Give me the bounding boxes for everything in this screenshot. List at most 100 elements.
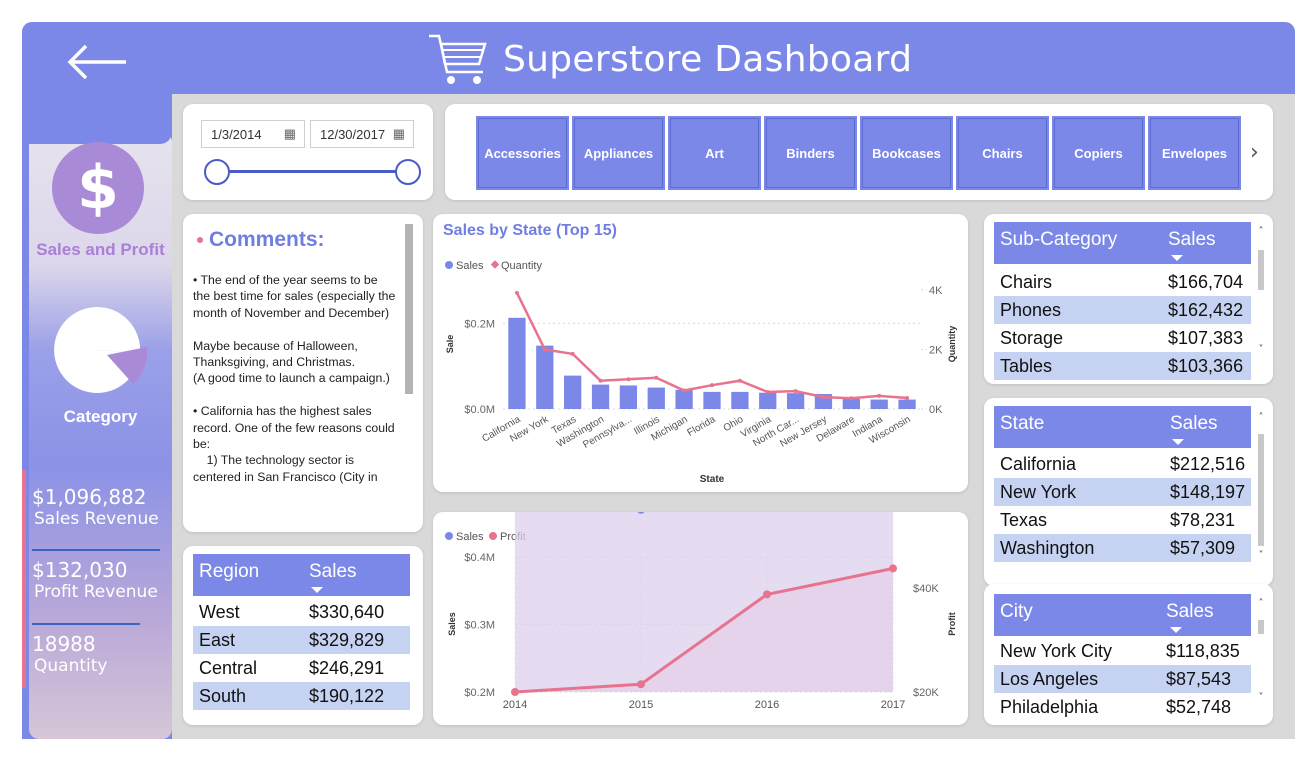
x-tick-label: Florida: [686, 414, 718, 439]
start-date-input[interactable]: 1/3/2014 ▦: [201, 120, 305, 148]
kpi-divider: [32, 623, 140, 625]
table-row[interactable]: Phones $162,432: [994, 296, 1251, 324]
scrollbar-thumb[interactable]: [1258, 434, 1264, 546]
back-button[interactable]: [62, 40, 132, 80]
column-header-region[interactable]: Region: [199, 561, 259, 583]
table-row[interactable]: Storage $107,383: [994, 324, 1251, 352]
sales-by-state-svg: Sales Quantity $0.0M $0.2M 0K 2K 4K Sale Quantit…: [445, 260, 957, 485]
table-row[interactable]: East $329,829: [193, 626, 410, 654]
end-date-input[interactable]: 12/30/2017 ▦: [310, 120, 414, 148]
kpi-quantity-value: 18988: [32, 632, 96, 656]
y2-tick-label: 0K: [929, 404, 943, 416]
scrollbar-thumb[interactable]: [1258, 250, 1264, 290]
chevron-up-icon[interactable]: ˄: [1256, 226, 1266, 237]
table-scrollbar[interactable]: ˄ ˅: [1256, 412, 1266, 562]
x-tick-label: 2015: [629, 699, 653, 711]
table-scrollbar[interactable]: ˄ ˅: [1256, 598, 1266, 708]
table-row[interactable]: South $190,122: [193, 682, 410, 710]
y-tick-label: $0.0M: [464, 404, 495, 416]
date-slider-start-handle[interactable]: [204, 159, 230, 185]
category-button-art[interactable]: Art: [668, 116, 761, 190]
sort-descending-icon[interactable]: [1170, 627, 1182, 633]
cell-subcategory: Chairs: [1000, 272, 1053, 292]
kpi-profit-revenue-label: Profit Revenue: [34, 582, 158, 602]
column-header-sales[interactable]: Sales: [1170, 413, 1218, 435]
column-header-sales[interactable]: Sales: [1168, 229, 1216, 251]
table-row[interactable]: Central $246,291: [193, 654, 410, 682]
y2-tick-label: 4K: [929, 285, 943, 297]
nav-category[interactable]: Category: [29, 297, 172, 437]
bar-sales-8: [731, 391, 749, 409]
kpi-divider: [32, 549, 160, 551]
table-row[interactable]: Chairs $166,704: [994, 268, 1251, 296]
column-header-sales[interactable]: Sales: [309, 561, 357, 583]
cell-state: New York: [1000, 482, 1077, 502]
cell-subcategory: Storage: [1000, 328, 1064, 348]
subcategory-table: Sub-Category Sales Chairs $166,704 Phones…: [984, 214, 1273, 384]
calendar-icon[interactable]: ▦: [393, 126, 405, 142]
y2-axis-title: Profit: [947, 612, 957, 636]
chevron-up-icon[interactable]: ˄: [1256, 598, 1266, 609]
table-row[interactable]: Washington $57,309: [994, 534, 1251, 562]
calendar-icon[interactable]: ▦: [284, 126, 296, 142]
date-slider-end-handle[interactable]: [395, 159, 421, 185]
nav-sales-and-profit[interactable]: $ Sales and Profit: [29, 137, 172, 262]
page-title: Superstore Dashboard: [503, 38, 913, 80]
y-tick-label: $0.2M: [464, 318, 495, 330]
region-table: Region Sales West $330,640 East $329,829 C…: [183, 546, 423, 725]
point-quantity-2: [570, 351, 575, 356]
cell-sales: $246,291: [309, 658, 385, 678]
category-button-appliances[interactable]: Appliances: [572, 116, 665, 190]
date-slider-track[interactable]: [217, 170, 409, 173]
bar-sales-4: [619, 385, 638, 409]
category-button-chairs[interactable]: Chairs: [956, 116, 1049, 190]
column-header-city[interactable]: City: [1000, 601, 1033, 623]
table-scrollbar[interactable]: ˄ ˅: [1256, 226, 1266, 356]
table-row[interactable]: California $212,516: [994, 450, 1251, 478]
cell-region: West: [199, 602, 240, 622]
comments-scrollbar[interactable]: [405, 224, 413, 394]
column-header-state[interactable]: State: [1000, 413, 1044, 435]
sort-descending-icon[interactable]: [1171, 255, 1183, 261]
category-button-copiers[interactable]: Copiers: [1052, 116, 1145, 190]
x-tick-label: 2014: [503, 699, 527, 711]
cell-sales: $57,309: [1170, 538, 1236, 558]
scrollbar-thumb[interactable]: [1258, 620, 1264, 634]
point-quantity-10: [793, 389, 798, 394]
category-slicer: Accessories Appliances Art Binders Bookc…: [445, 104, 1273, 200]
table-header: City Sales: [994, 594, 1251, 636]
chevron-down-icon[interactable]: ˅: [1256, 344, 1266, 355]
point-quantity-5: [654, 375, 659, 380]
chevron-up-icon[interactable]: ˄: [1256, 412, 1266, 423]
cell-sales: $103,366: [1168, 356, 1244, 376]
category-button-bookcases[interactable]: Bookcases: [860, 116, 953, 190]
table-row[interactable]: Los Angeles $87,543: [994, 665, 1251, 693]
bar-sales-6: [675, 389, 693, 409]
table-row[interactable]: New York City $118,835: [994, 637, 1251, 665]
point-profit-1: [637, 680, 645, 689]
dashboard-canvas: Superstore Dashboard $ Sales and Profit …: [22, 22, 1295, 739]
comments-title: Comments:: [209, 228, 325, 251]
date-range-filter: 1/3/2014 ▦ 12/30/2017 ▦: [183, 104, 433, 200]
category-button-accessories[interactable]: Accessories: [476, 116, 569, 190]
table-row[interactable]: Tables $103,366: [994, 352, 1251, 380]
chevron-down-icon[interactable]: ˅: [1256, 550, 1266, 561]
start-date-value: 1/3/2014: [211, 127, 262, 142]
column-header-subcategory[interactable]: Sub-Category: [1000, 229, 1117, 251]
table-row[interactable]: New York $148,197: [994, 478, 1251, 506]
sort-descending-icon[interactable]: [1172, 439, 1184, 445]
chevron-right-icon[interactable]: ›: [1250, 140, 1259, 165]
point-quantity-11: [821, 395, 826, 400]
column-header-sales[interactable]: Sales: [1166, 601, 1214, 623]
chevron-down-icon[interactable]: ˅: [1256, 692, 1266, 703]
category-button-envelopes[interactable]: Envelopes: [1148, 116, 1241, 190]
cell-sales: $52,748: [1166, 697, 1232, 717]
sort-descending-icon[interactable]: [311, 587, 323, 593]
comments-card: Comments: • The end of the year seems to…: [183, 214, 423, 532]
table-row[interactable]: Texas $78,231: [994, 506, 1251, 534]
table-row[interactable]: West $330,640: [193, 598, 410, 626]
category-button-binders[interactable]: Binders: [764, 116, 857, 190]
table-row[interactable]: Philadelphia $52,748: [994, 693, 1251, 721]
point-quantity-8: [737, 378, 742, 383]
bullet-icon: [197, 237, 203, 243]
